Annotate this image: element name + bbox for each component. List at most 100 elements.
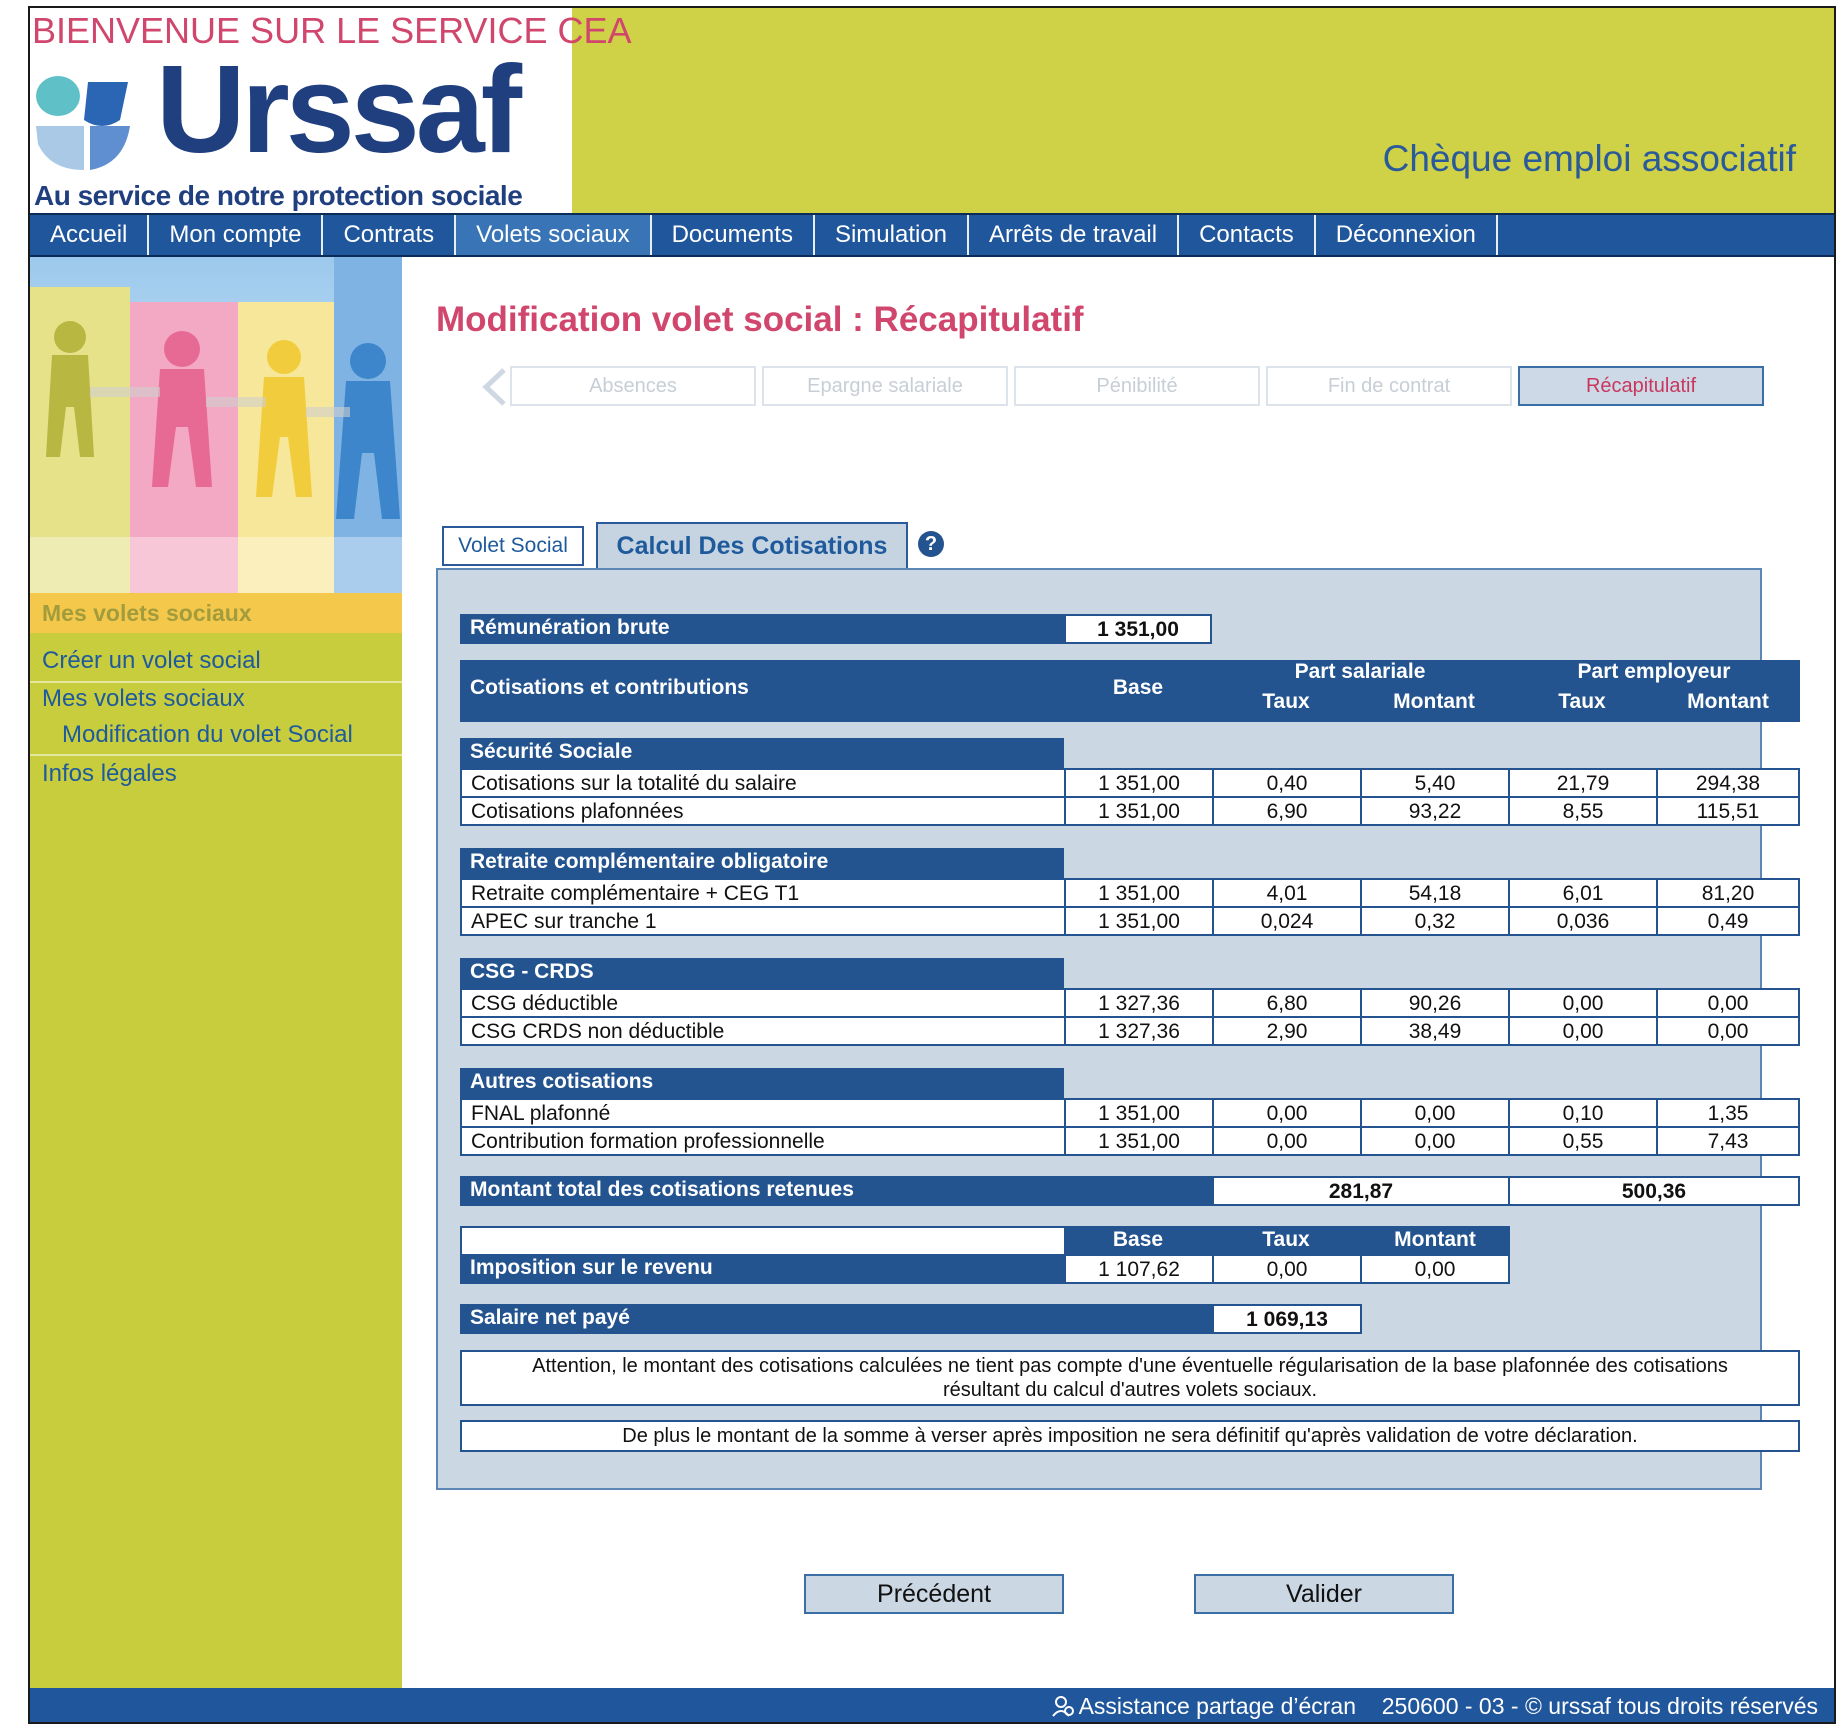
screen-share-icon (1051, 1696, 1074, 1717)
imposition-base-header: Base (1112, 1228, 1164, 1251)
previous-button[interactable]: Précédent (804, 1574, 1064, 1614)
header-taux-employeur: Taux (1558, 690, 1606, 713)
row-taux-salarie: 6,80 (1212, 988, 1362, 1018)
sidebar-link-mes-volets[interactable]: Mes volets sociaux (42, 685, 392, 713)
net-label: Salaire net payé (460, 1304, 1212, 1334)
nav-item-mon-compte[interactable]: Mon compte (149, 215, 324, 255)
row-base: 1 351,00 (1064, 796, 1214, 826)
step-epargne-salariale[interactable]: Epargne salariale (762, 366, 1008, 406)
logo-box: BIENVENUE SUR LE SERVICE CEA Urssaf Au s… (30, 8, 632, 213)
row-montant-employeur: 0,00 (1656, 1016, 1800, 1046)
product-name: Chèque emploi associatif (1382, 138, 1796, 179)
row-montant-salarie: 38,49 (1360, 1016, 1510, 1046)
sidebar-link-modification[interactable]: Modification du volet Social (62, 721, 412, 749)
row-label: Contribution formation professionnelle (460, 1126, 1066, 1156)
section-retraite: Retraite complémentaire obligatoire (460, 848, 1064, 878)
step-absences[interactable]: Absences (510, 366, 756, 406)
header-montant-salarie: Montant (1393, 690, 1475, 713)
step-back-arrow-icon[interactable] (482, 368, 508, 406)
row-taux-salarie: 0,00 (1212, 1126, 1362, 1156)
nav-item-contrats[interactable]: Contrats (323, 215, 457, 255)
step-fin-de-contrat[interactable]: Fin de contrat (1266, 366, 1512, 406)
row-label: CSG CRDS non déductible (460, 1016, 1066, 1046)
screen-share-label: Assistance partage d’écran (1078, 1693, 1356, 1719)
row-label: Retraite complémentaire + CEG T1 (460, 878, 1066, 908)
nav-item-deconnexion[interactable]: Déconnexion (1316, 215, 1498, 255)
row-base: 1 351,00 (1064, 906, 1214, 936)
row-montant-salarie: 0,00 (1360, 1098, 1510, 1128)
step-recapitulatif[interactable]: Récapitulatif (1518, 366, 1764, 406)
row-taux-salarie: 6,90 (1212, 796, 1362, 826)
row-taux-employeur: 0,10 (1508, 1098, 1658, 1128)
copyright: 250600 - 03 - © urssaf tous droits réser… (1381, 1693, 1818, 1719)
row-taux-salarie: 4,01 (1212, 878, 1362, 908)
net-value: 1 069,13 (1212, 1304, 1362, 1334)
tab-calcul-cotisations[interactable]: Calcul Des Cotisations (596, 522, 908, 568)
row-montant-employeur: 0,49 (1656, 906, 1800, 936)
row-taux-salarie: 0,40 (1212, 768, 1362, 798)
row-montant-salarie: 0,00 (1360, 1126, 1510, 1156)
row-taux-employeur: 21,79 (1508, 768, 1658, 798)
nav-item-volets-sociaux[interactable]: Volets sociaux (456, 215, 652, 255)
row-taux-salarie: 0,00 (1212, 1098, 1362, 1128)
nav-item-documents[interactable]: Documents (652, 215, 815, 255)
remuneration-value: 1 351,00 (1064, 614, 1212, 644)
row-montant-employeur: 0,00 (1656, 988, 1800, 1018)
row-montant-salarie: 0,32 (1360, 906, 1510, 936)
row-base: 1 327,36 (1064, 1016, 1214, 1046)
sidebar-link-infos-legales[interactable]: Infos légales (42, 760, 392, 788)
row-montant-employeur: 115,51 (1656, 796, 1800, 826)
imposition-taux: 0,00 (1212, 1254, 1362, 1284)
validate-button[interactable]: Valider (1194, 1574, 1454, 1614)
row-montant-salarie: 54,18 (1360, 878, 1510, 908)
cotisations-panel: Rémunération brute 1 351,00 Cotisations … (436, 568, 1800, 1490)
nav-item-arrets-de-travail[interactable]: Arrêts de travail (969, 215, 1180, 255)
row-label: FNAL plafonné (460, 1098, 1066, 1128)
row-label: CSG déductible (460, 988, 1066, 1018)
step-penibilite[interactable]: Pénibilité (1014, 366, 1260, 406)
main-nav: Accueil Mon compte Contrats Volets socia… (30, 213, 1834, 257)
row-taux-employeur: 0,00 (1508, 1016, 1658, 1046)
row-taux-salarie: 2,90 (1212, 1016, 1362, 1046)
section-autres-cotisations: Autres cotisations (460, 1068, 1064, 1098)
sidebar: Mes volets sociaux Créer un volet social… (30, 257, 402, 1688)
row-taux-employeur: 8,55 (1508, 796, 1658, 826)
row-montant-salarie: 5,40 (1360, 768, 1510, 798)
sidebar-divider (30, 681, 402, 683)
total-salariale: 281,87 (1212, 1176, 1510, 1206)
screen-share-assist-link[interactable]: Assistance partage d’écran (1051, 1688, 1356, 1722)
nav-item-simulation[interactable]: Simulation (815, 215, 970, 255)
section-securite-sociale: Sécurité Sociale (460, 738, 1064, 768)
row-label: Cotisations plafonnées (460, 796, 1066, 826)
header-cotisations: Cotisations et contributions (470, 676, 749, 699)
header-montant-employeur: Montant (1687, 690, 1769, 713)
nav-item-accueil[interactable]: Accueil (30, 215, 150, 255)
row-montant-employeur: 7,43 (1656, 1126, 1800, 1156)
imposition-taux-header: Taux (1262, 1228, 1310, 1251)
imposition-base: 1 107,62 (1064, 1254, 1214, 1284)
footer: Assistance partage d’écran 250600 - 03 -… (30, 1688, 1834, 1722)
page-title: Modification volet social : Récapitulati… (436, 300, 1084, 339)
imposition-montant: 0,00 (1360, 1254, 1510, 1284)
sidebar-divider (30, 754, 402, 756)
remuneration-label: Rémunération brute (460, 614, 1064, 644)
row-montant-employeur: 294,38 (1656, 768, 1800, 798)
nav-item-contacts[interactable]: Contacts (1179, 215, 1316, 255)
wizard-steps: Absences Epargne salariale Pénibilité Fi… (510, 366, 1764, 406)
row-base: 1 351,00 (1064, 768, 1214, 798)
tab-volet-social[interactable]: Volet Social (442, 526, 584, 566)
row-label: Cotisations sur la totalité du salaire (460, 768, 1066, 798)
imposition-label: Imposition sur le revenu (460, 1254, 1064, 1284)
sidebar-link-creer-volet[interactable]: Créer un volet social (42, 647, 392, 675)
help-icon[interactable]: ? (918, 531, 944, 557)
urssaf-logo-icon (36, 76, 130, 170)
row-taux-employeur: 0,00 (1508, 988, 1658, 1018)
header-banner: BIENVENUE SUR LE SERVICE CEA Urssaf Au s… (30, 8, 1834, 213)
header-part-employeur: Part employeur (1577, 660, 1731, 683)
row-taux-employeur: 0,036 (1508, 906, 1658, 936)
section-csg-crds: CSG - CRDS (460, 958, 1064, 988)
total-employeur: 500,36 (1508, 1176, 1800, 1206)
row-montant-salarie: 90,26 (1360, 988, 1510, 1018)
row-label: APEC sur tranche 1 (460, 906, 1066, 936)
row-taux-salarie: 0,024 (1212, 906, 1362, 936)
